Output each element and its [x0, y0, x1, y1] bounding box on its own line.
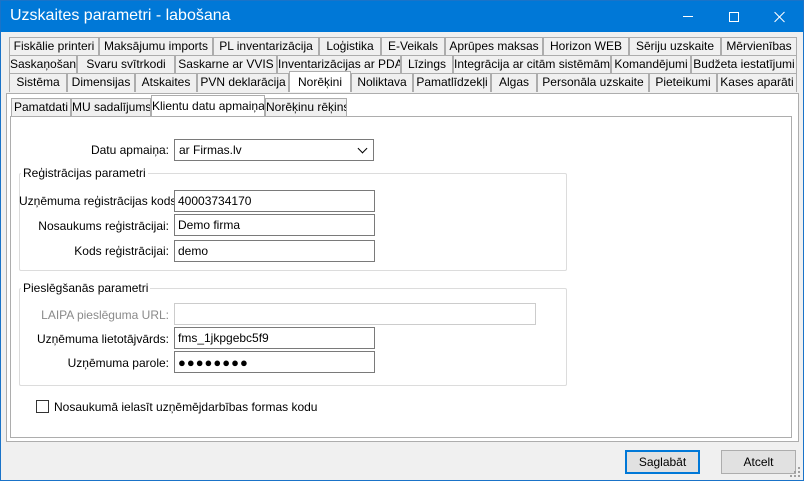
tab-komandejumi[interactable]: Komandējumi [611, 55, 691, 74]
reg-kods-input[interactable] [174, 190, 375, 212]
tab-aprupes-maksas[interactable]: Aprūpes maksas [445, 37, 543, 56]
tab-pvn-deklaracija[interactable]: PVN deklarācija [197, 73, 289, 92]
tab-saskanosana[interactable]: Saskaņošana [9, 55, 77, 74]
klientu-datu-panel [10, 116, 792, 438]
tab-budzeta-iestatijumi[interactable]: Budžeta iestatījumi [691, 55, 797, 74]
subtab-pamatdati[interactable]: Pamatdati [11, 98, 71, 117]
lietotajvards-label: Uzņēmuma lietotājvārds: [36, 332, 169, 346]
nosaukuma-formas-kods-checkbox[interactable] [36, 400, 49, 413]
subtab-mu-sadalijums[interactable]: MU sadalījums [71, 98, 151, 117]
tab-pieteikumi[interactable]: Pieteikumi [649, 73, 717, 92]
parole-label: Uzņēmuma parole: [67, 356, 169, 370]
tab-algas[interactable]: Algas [491, 73, 537, 92]
tab-fiskalie-printeri[interactable]: Fiskālie printeri [9, 37, 99, 56]
save-button[interactable]: Saglabāt [625, 450, 700, 474]
close-button[interactable] [757, 1, 803, 32]
tab-maksajumu-imports[interactable]: Maksājumu imports [99, 37, 213, 56]
tab-lizings[interactable]: Līzings [401, 55, 453, 74]
kods-label: Kods reģistrācijai: [74, 244, 169, 258]
tab-seriju-uzskaite[interactable]: Sēriju uzskaite [629, 37, 721, 56]
tab-kases-aparati[interactable]: Kases aparāti [717, 73, 797, 92]
title-bar[interactable]: Uzskaites parametri - labošana [1, 1, 803, 32]
minimize-icon [683, 16, 693, 17]
lietotajvards-input[interactable] [174, 327, 375, 349]
tab-svaru-svitrkodi[interactable]: Svaru svītrkodi [77, 55, 175, 74]
tab-e-veikals[interactable]: E-Veikals [381, 37, 445, 56]
nosaukuma-formas-kods-label[interactable]: Nosaukumā ielasīt uzņēmējdarbības formas… [54, 400, 317, 414]
tab-atskaites[interactable]: Atskaites [135, 73, 197, 92]
window-title: Uzskaites parametri - labošana [10, 7, 231, 24]
datu-apmaina-select[interactable]: ar Firmas.lv [174, 139, 374, 161]
tab-mervienibas[interactable]: Mērvienības [721, 37, 797, 56]
nosaukums-label: Nosaukums reģistrācijai: [38, 219, 169, 233]
tab-noliktava[interactable]: Noliktava [351, 73, 413, 92]
maximize-icon [729, 11, 739, 22]
tab-horizon-web[interactable]: Horizon WEB [543, 37, 629, 56]
pieslegsanas-group-title: Pieslēgšanās parametri [21, 281, 151, 295]
tab-sistema[interactable]: Sistēma [9, 73, 67, 92]
kods-input[interactable] [174, 240, 375, 262]
datu-apmaina-value: ar Firmas.lv [179, 143, 242, 157]
close-icon [774, 11, 786, 23]
laipa-url-label: LAIPA pieslēguma URL: [41, 308, 169, 322]
tab-personala-uzskaite[interactable]: Personāla uzskaite [537, 73, 649, 92]
tab-logistika[interactable]: Loģistika [319, 37, 381, 56]
registracijas-group-title: Reģistrācijas parametri [21, 166, 148, 180]
subtab-klientu-datu-apmaina[interactable]: Klientu datu apmaiņa [151, 95, 265, 116]
reg-kods-label: Uzņēmuma reģistrācijas kods: [19, 194, 180, 208]
cancel-button[interactable]: Atcelt [721, 450, 796, 474]
dialog-window: Uzskaites parametri - labošana Fiskālie … [0, 0, 804, 481]
parole-input[interactable] [174, 351, 375, 373]
tab-saskarne-ar-vvis[interactable]: Saskarne ar VVIS [175, 55, 277, 74]
laipa-url-input[interactable] [174, 303, 536, 325]
tab-noreķini[interactable]: Norēķini [289, 71, 351, 92]
tab-dimensijas[interactable]: Dimensijas [67, 73, 135, 92]
subtab-norekinu-rekins[interactable]: Norēķinu rēķins [265, 98, 347, 117]
chevron-down-icon [357, 143, 368, 154]
maximize-button[interactable] [711, 1, 757, 32]
tab-pamatlidzekli[interactable]: Pamatlīdzekļi [413, 73, 491, 92]
nosaukums-input[interactable] [174, 214, 375, 236]
resize-grip-icon[interactable] [789, 466, 801, 478]
minimize-button[interactable] [665, 1, 711, 32]
datu-apmaina-label: Datu apmaiņa: [90, 143, 169, 157]
tab-pl-inventarizacija[interactable]: PL inventarizācija [213, 37, 319, 56]
tab-integracija[interactable]: Integrācija ar citām sistēmām [453, 55, 611, 74]
